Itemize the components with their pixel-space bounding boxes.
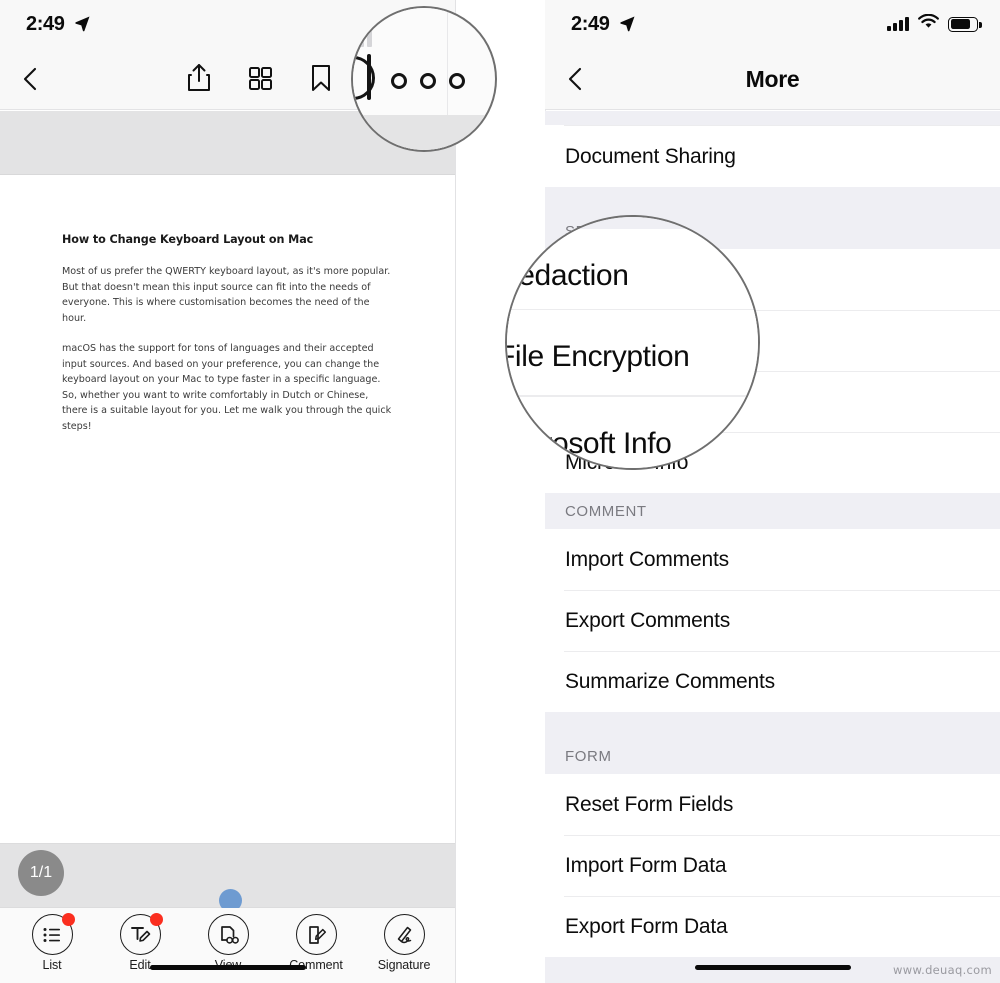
- list-item-magnified: Microsoft Info: [507, 397, 758, 468]
- list-item-magnified: File Encryption: [507, 310, 758, 404]
- tab-signature[interactable]: Signature: [360, 914, 448, 983]
- list-item[interactable]: Document Sharing: [545, 126, 1000, 187]
- menu-group-general: Document Sharing: [545, 125, 1000, 187]
- list-item[interactable]: Export Comments: [545, 590, 1000, 651]
- home-indicator[interactable]: [694, 965, 851, 970]
- bookmark-icon[interactable]: [304, 61, 338, 95]
- wifi-icon: [918, 13, 939, 34]
- tab-list[interactable]: List: [8, 913, 96, 983]
- list-item[interactable]: Reset Form Fields: [545, 774, 1000, 835]
- list-item[interactable]: Import Comments: [545, 529, 1000, 590]
- list-spacer: [545, 111, 1000, 125]
- magnifier-loupe-right: SE Redaction File Encryption Microsoft I…: [505, 215, 760, 470]
- site-watermark: www.deuaq.com: [893, 963, 992, 977]
- magnifier-loupe-left: [351, 6, 497, 152]
- screenshot-stage: 2:49 How to Change Keyboard Layout on Ma…: [0, 0, 1000, 983]
- page-indicator-badge: 1/1: [18, 850, 64, 896]
- more-dots-icon-magnified: [391, 73, 465, 89]
- section-header-form: FORM: [545, 712, 1000, 774]
- status-icons-right: [887, 13, 982, 34]
- menu-group-form: Reset Form Fields Import Form Data Expor…: [545, 774, 1000, 957]
- grid-icon[interactable]: [243, 61, 277, 95]
- location-arrow-icon: [74, 15, 91, 32]
- document-heading: How to Change Keyboard Layout on Mac: [62, 233, 314, 246]
- share-icon[interactable]: [182, 61, 216, 95]
- signature-pen-icon: [383, 914, 425, 955]
- tab-label: List: [42, 958, 62, 972]
- list-item[interactable]: Summarize Comments: [545, 651, 1000, 712]
- tab-comment[interactable]: Comment: [272, 914, 360, 983]
- notification-badge: [149, 913, 163, 926]
- notification-badge: [61, 913, 75, 926]
- status-bar-right: 2:49: [545, 0, 1000, 48]
- tab-label: Signature: [377, 958, 431, 972]
- tab-view[interactable]: View: [184, 914, 272, 983]
- right-phone-screen: 2:49 More Document Sharing COMMENT Impor…: [545, 0, 1000, 983]
- tab-edit[interactable]: Edit: [96, 913, 184, 983]
- document-paragraph: macOS has the support for tons of langua…: [62, 343, 392, 432]
- status-time: 2:49: [26, 13, 65, 35]
- battery-icon: [948, 16, 982, 32]
- cellular-bars-icon: [887, 17, 909, 31]
- document-page: How to Change Keyboard Layout on Mac Mos…: [0, 175, 456, 808]
- text-edit-icon: [119, 913, 163, 955]
- page-title: More: [745, 66, 800, 92]
- nav-bar-right: More: [545, 48, 1000, 110]
- page-scrubber[interactable]: 1/1: [0, 843, 456, 912]
- home-indicator[interactable]: [150, 965, 306, 970]
- list-item[interactable]: Import Form Data: [545, 835, 1000, 896]
- section-header-comment: COMMENT: [545, 493, 1000, 529]
- document-canvas[interactable]: How to Change Keyboard Layout on Mac Mos…: [0, 175, 456, 808]
- view-glasses-icon: [207, 914, 249, 955]
- comment-pencil-icon: [295, 914, 337, 955]
- document-paragraph: Most of us prefer the QWERTY keyboard la…: [62, 266, 391, 324]
- back-button[interactable]: [14, 62, 48, 96]
- list-icon: [31, 913, 75, 955]
- menu-group-comment: Import Comments Export Comments Summariz…: [545, 529, 1000, 712]
- location-arrow-icon: [619, 15, 636, 32]
- tab-label: Edit: [129, 958, 151, 972]
- bottom-tab-bar: List Edit Comment Signature: [0, 908, 456, 983]
- cellular-bars-icon-magnified: [353, 30, 372, 47]
- status-time: 2:49: [571, 13, 610, 35]
- list-item[interactable]: Export Form Data: [545, 896, 1000, 957]
